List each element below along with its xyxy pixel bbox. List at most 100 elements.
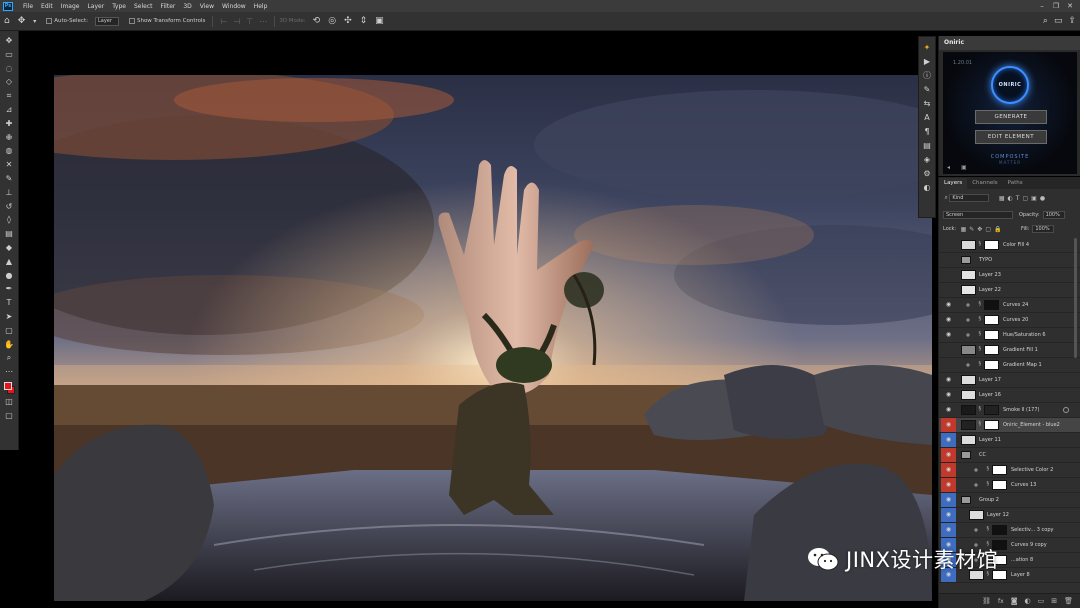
mask-link-icon[interactable]: § (977, 301, 983, 307)
properties-icon[interactable]: ⚙ (921, 167, 933, 181)
adjust-icon[interactable]: ⇆ (921, 97, 933, 111)
lock-pixels-icon[interactable]: ✎ (968, 226, 976, 233)
info-icon[interactable]: ⓘ (921, 69, 933, 83)
layer-mask-thumbnail[interactable] (992, 480, 1007, 490)
visibility-eye-icon[interactable]: ◉ (941, 523, 956, 537)
layer-mask-thumbnail[interactable] (984, 405, 999, 415)
screen-mode-icon[interactable]: ▢ (2, 409, 16, 423)
share-icon[interactable]: ⇪ (1068, 16, 1076, 26)
gradient-tool-icon[interactable]: ▤ (2, 227, 16, 241)
menu-edit[interactable]: Edit (37, 3, 57, 10)
visibility-eye-icon[interactable]: ◉ (941, 448, 956, 462)
layer-row[interactable]: ◉ § Curves 20 (939, 313, 1080, 328)
mask-link-icon[interactable]: § (977, 406, 983, 412)
menu-window[interactable]: Window (218, 3, 250, 10)
spot-healing-tool-icon[interactable]: ✚ (2, 117, 16, 131)
character-icon[interactable]: A (921, 111, 933, 125)
visibility-eye-icon[interactable] (941, 343, 956, 357)
oniric-plugin-icon[interactable]: ✦ (921, 41, 933, 55)
mask-link-icon[interactable]: § (977, 361, 983, 367)
lock-position-icon[interactable]: ✥ (976, 226, 984, 233)
quick-mask-icon[interactable]: ◫ (2, 395, 16, 409)
eyedropper-tool-icon[interactable]: ⊿ (2, 103, 16, 117)
visibility-eye-icon[interactable]: ◉ (941, 433, 956, 447)
polygonal-lasso-tool-icon[interactable]: ◇ (2, 75, 16, 89)
close-icon[interactable]: ✕ (1066, 2, 1074, 10)
visibility-eye-icon[interactable]: ◉ (941, 418, 956, 432)
align-left-icon[interactable]: ⊢ (217, 17, 230, 26)
layer-row[interactable]: ◉ § Hue/Saturation 6 (939, 328, 1080, 343)
3d-rotate-icon[interactable]: ⟲ (309, 16, 325, 26)
visibility-eye-icon[interactable]: ◉ (941, 328, 956, 342)
menu-3d[interactable]: 3D (179, 3, 195, 10)
filter-kind-dropdown[interactable]: Kind (949, 194, 990, 202)
path-selection-tool-icon[interactable]: ➤ (2, 310, 16, 324)
mask-link-icon[interactable]: § (977, 346, 983, 352)
menu-file[interactable]: File (19, 3, 37, 10)
mask-link-icon[interactable]: § (977, 316, 983, 322)
mask-link-icon[interactable]: § (977, 331, 983, 337)
visibility-eye-icon[interactable]: ◉ (941, 373, 956, 387)
layer-row[interactable]: ◉ CC (939, 448, 1080, 463)
restore-icon[interactable]: ❐ (1052, 2, 1060, 10)
tab-layers[interactable]: Layers (939, 178, 968, 189)
smart-filter-icon[interactable] (1063, 407, 1069, 413)
lock-artboard-icon[interactable]: ▢ (984, 226, 993, 233)
play-icon[interactable]: ▶ (921, 55, 933, 69)
3d-roll-icon[interactable]: ◎ (324, 16, 340, 26)
visibility-eye-icon[interactable] (941, 358, 956, 372)
layer-mask-thumbnail[interactable] (984, 330, 999, 340)
3d-slide-icon[interactable]: ⇕ (356, 16, 372, 26)
search-icon[interactable]: ⌕ (1043, 16, 1048, 26)
3d-scale-icon[interactable]: ▣ (371, 16, 388, 26)
layer-style-icon[interactable]: fx (998, 598, 1004, 605)
layer-row[interactable]: § Gradient Fill 1 (939, 343, 1080, 358)
generate-button[interactable]: GENERATE (975, 110, 1047, 124)
lock-all-icon[interactable]: 🔒 (993, 226, 1003, 233)
tab-channels[interactable]: Channels (967, 178, 1002, 189)
add-mask-icon[interactable]: ◙ (1011, 597, 1018, 605)
layer-row[interactable]: Layer 22 (939, 283, 1080, 298)
menu-help[interactable]: Help (250, 3, 272, 10)
document-canvas[interactable] (54, 75, 932, 601)
visibility-eye-icon[interactable]: ◉ (941, 388, 956, 402)
layer-row[interactable]: § Color Fill 4 (939, 238, 1080, 253)
fill-field[interactable]: 100% (1032, 225, 1055, 233)
eraser-tool-icon[interactable]: ◊ (2, 213, 16, 227)
3d-icon[interactable]: ◈ (921, 153, 933, 167)
layer-row[interactable]: § Gradient Map 1 (939, 358, 1080, 373)
align-right-icon[interactable]: ⊤ (243, 17, 256, 26)
lasso-tool-icon[interactable]: ◌ (2, 62, 16, 76)
visibility-eye-icon[interactable]: ◉ (941, 493, 956, 507)
menu-layer[interactable]: Layer (83, 3, 108, 10)
patch-tool-icon[interactable]: ◍ (2, 144, 16, 158)
menu-select[interactable]: Select (130, 3, 157, 10)
layer-mask-thumbnail[interactable] (984, 240, 999, 250)
more-align-icon[interactable]: ⋯ (256, 17, 270, 26)
artboard-tool-icon[interactable]: ▭ (2, 48, 16, 62)
foreground-color-swatch[interactable] (4, 381, 12, 390)
minimize-icon[interactable]: – (1038, 2, 1046, 10)
brush-settings-icon[interactable]: ✎ (921, 83, 933, 97)
mask-link-icon[interactable]: § (977, 241, 983, 247)
chevron-down-icon[interactable]: ▾ (29, 18, 40, 25)
brush-tool-icon[interactable]: ✎ (2, 172, 16, 186)
home-icon[interactable]: ⌂ (0, 16, 14, 26)
layer-comps-icon[interactable]: ▤ (921, 139, 933, 153)
content-aware-tool-icon[interactable]: ✕ (2, 158, 16, 172)
mask-link-icon[interactable]: § (985, 481, 991, 487)
new-group-icon[interactable]: ▭ (1038, 597, 1045, 605)
blur-tool-icon[interactable]: ◆ (2, 241, 16, 255)
smart-object-filter-icon[interactable]: ▣ (1030, 195, 1039, 202)
layer-row[interactable]: ◉ Layer 16 (939, 388, 1080, 403)
menu-filter[interactable]: Filter (157, 3, 180, 10)
type-tool-icon[interactable]: T (2, 296, 16, 310)
menu-view[interactable]: View (196, 3, 218, 10)
visibility-eye-icon[interactable]: ◉ (941, 463, 956, 477)
tab-paths[interactable]: Paths (1003, 178, 1028, 189)
auto-select-checkbox[interactable] (46, 18, 53, 24)
pixel-filter-icon[interactable]: ▦ (997, 195, 1006, 202)
layer-mask-thumbnail[interactable] (984, 345, 999, 355)
opacity-field[interactable]: 100% (1042, 211, 1065, 219)
more-tools-icon[interactable]: ⋯ (2, 365, 16, 379)
